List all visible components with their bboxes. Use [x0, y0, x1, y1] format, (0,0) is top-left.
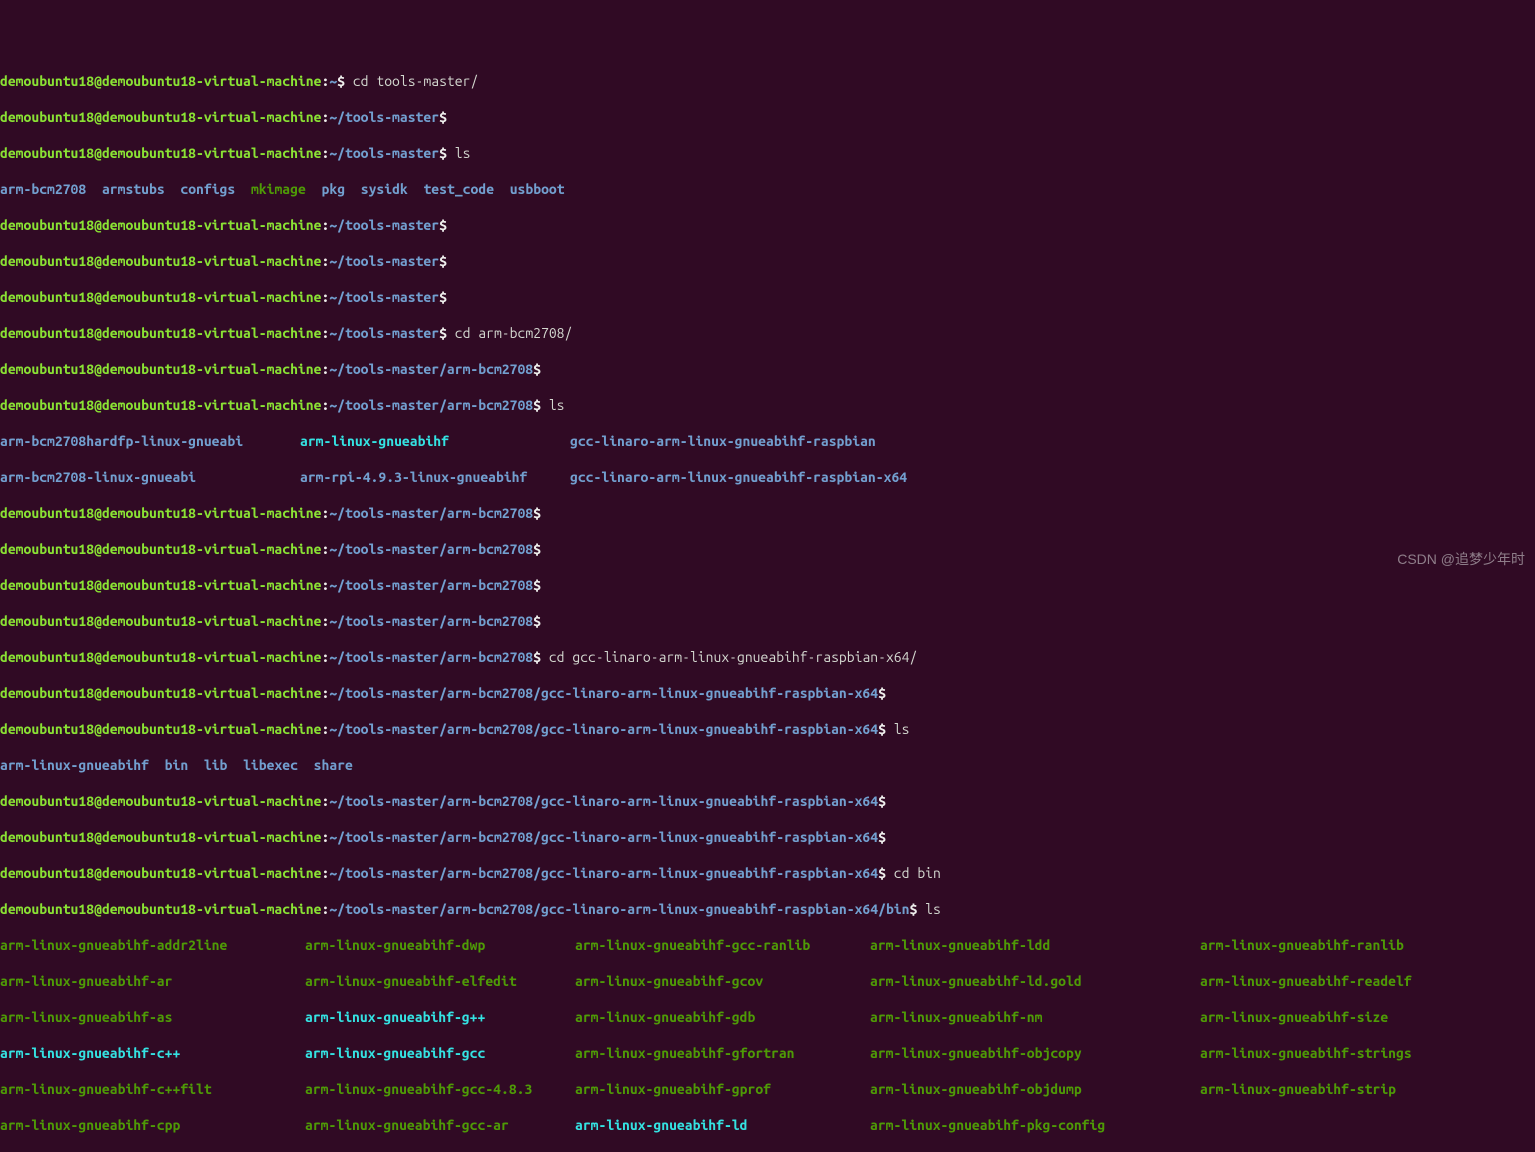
terminal-line: demoubuntu18@demoubuntu18-virtual-machin… — [0, 324, 1535, 342]
terminal-line: demoubuntu18@demoubuntu18-virtual-machin… — [0, 648, 1535, 666]
terminal-line: demoubuntu18@demoubuntu18-virtual-machin… — [0, 684, 1535, 702]
ls-output: arm-linux-gnueabihf-c++arm-linux-gnueabi… — [0, 1044, 1535, 1062]
terminal-line: demoubuntu18@demoubuntu18-virtual-machin… — [0, 288, 1535, 306]
terminal-line: demoubuntu18@demoubuntu18-virtual-machin… — [0, 576, 1535, 594]
terminal-line: demoubuntu18@demoubuntu18-virtual-machin… — [0, 792, 1535, 810]
ls-output: arm-linux-gnueabihf-cpparm-linux-gnueabi… — [0, 1116, 1535, 1134]
terminal-line: demoubuntu18@demoubuntu18-virtual-machin… — [0, 216, 1535, 234]
ls-output: arm-linux-gnueabihf-c++filtarm-linux-gnu… — [0, 1080, 1535, 1098]
terminal-line: demoubuntu18@demoubuntu18-virtual-machin… — [0, 396, 1535, 414]
terminal-line: demoubuntu18@demoubuntu18-virtual-machin… — [0, 900, 1535, 918]
terminal[interactable]: demoubuntu18@demoubuntu18-virtual-machin… — [0, 54, 1535, 1152]
terminal-line: demoubuntu18@demoubuntu18-virtual-machin… — [0, 144, 1535, 162]
terminal-line: demoubuntu18@demoubuntu18-virtual-machin… — [0, 720, 1535, 738]
terminal-line: demoubuntu18@demoubuntu18-virtual-machin… — [0, 360, 1535, 378]
terminal-line: demoubuntu18@demoubuntu18-virtual-machin… — [0, 504, 1535, 522]
terminal-line: demoubuntu18@demoubuntu18-virtual-machin… — [0, 540, 1535, 558]
terminal-line: demoubuntu18@demoubuntu18-virtual-machin… — [0, 108, 1535, 126]
terminal-line: demoubuntu18@demoubuntu18-virtual-machin… — [0, 612, 1535, 630]
ls-output: arm-linux-gnueabihf bin lib libexec shar… — [0, 756, 1535, 774]
ls-output: arm-linux-gnueabihf-ararm-linux-gnueabih… — [0, 972, 1535, 990]
ls-output: arm-bcm2708hardfp-linux-gnueabiarm-linux… — [0, 432, 1535, 450]
terminal-line: demoubuntu18@demoubuntu18-virtual-machin… — [0, 828, 1535, 846]
ls-output: arm-bcm2708 armstubs configs mkimage pkg… — [0, 180, 1535, 198]
ls-output: arm-linux-gnueabihf-addr2linearm-linux-g… — [0, 936, 1535, 954]
terminal-line: demoubuntu18@demoubuntu18-virtual-machin… — [0, 864, 1535, 882]
terminal-line: demoubuntu18@demoubuntu18-virtual-machin… — [0, 72, 1535, 90]
ls-output: arm-bcm2708-linux-gnueabiarm-rpi-4.9.3-l… — [0, 468, 1535, 486]
watermark: CSDN @追梦少年时 — [1397, 550, 1525, 568]
ls-output: arm-linux-gnueabihf-asarm-linux-gnueabih… — [0, 1008, 1535, 1026]
terminal-line: demoubuntu18@demoubuntu18-virtual-machin… — [0, 252, 1535, 270]
